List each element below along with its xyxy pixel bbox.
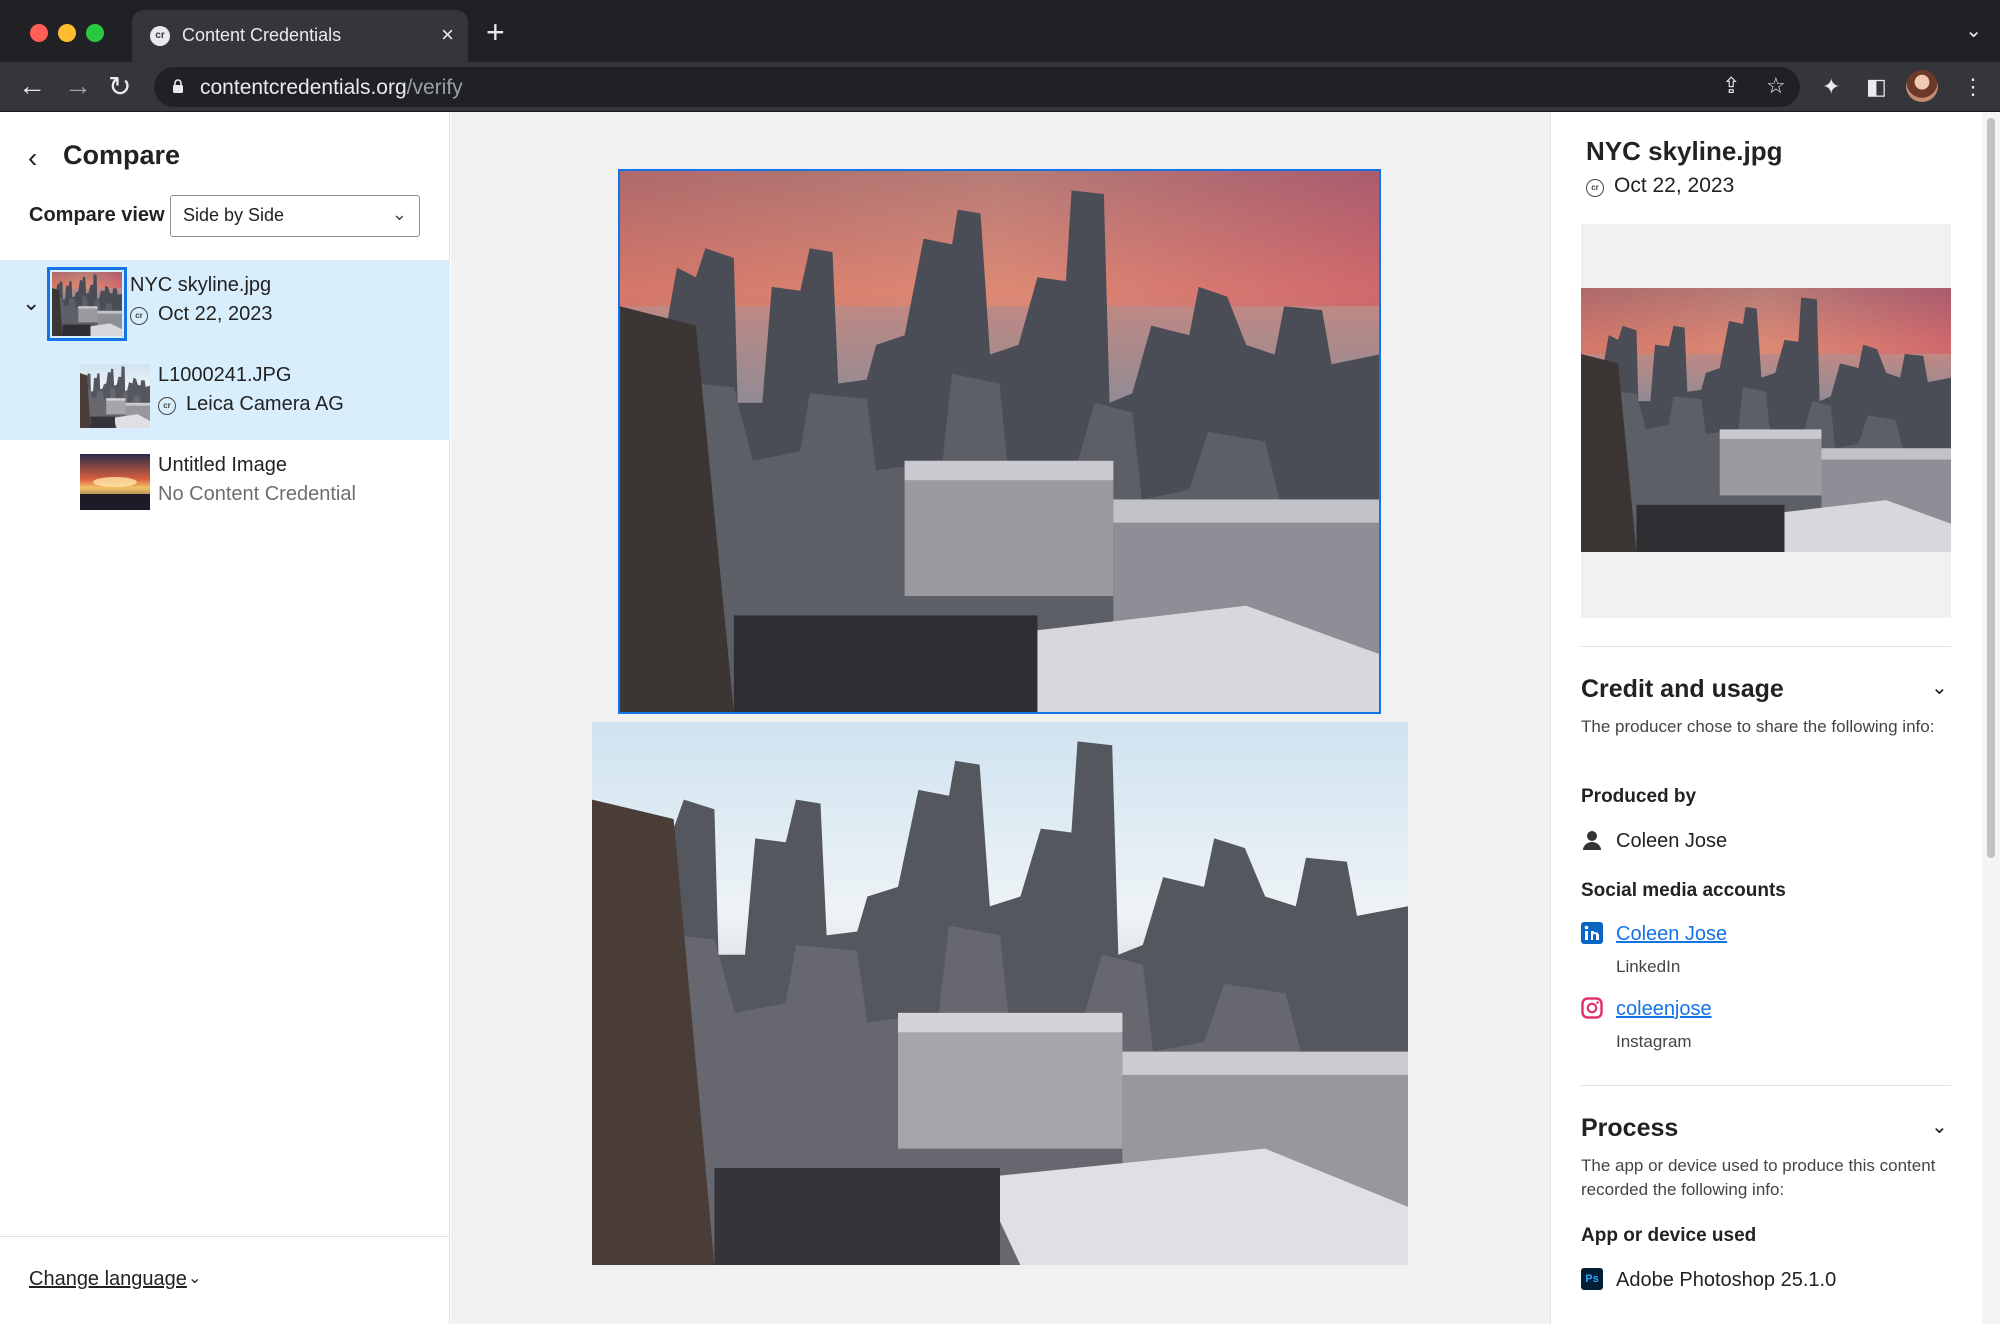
extensions-icon[interactable]: ✦ bbox=[1822, 74, 1840, 100]
preview-thumbnail bbox=[1581, 288, 1951, 552]
thumbnail bbox=[80, 454, 150, 510]
content-credential-icon: cr bbox=[130, 307, 148, 325]
zoom-window-button[interactable] bbox=[86, 24, 104, 42]
item-sub: cr Leica Camera AG bbox=[158, 393, 344, 416]
star-icon[interactable]: ☆ bbox=[1766, 73, 1786, 99]
producer-name: Coleen Jose bbox=[1616, 830, 1728, 852]
compare-canvas bbox=[451, 112, 1550, 1324]
person-icon bbox=[1583, 831, 1601, 850]
compare-title[interactable]: Compare bbox=[63, 140, 180, 171]
browser-toolbar: ← → ↻ contentcredentials.org/verify ⇪ ☆ … bbox=[0, 62, 2000, 112]
share-icon[interactable]: ⇪ bbox=[1722, 73, 1740, 99]
divider bbox=[0, 1236, 450, 1237]
image-preview bbox=[1581, 224, 1951, 618]
thumbnail bbox=[47, 267, 127, 341]
credit-description: The producer chose to share the followin… bbox=[1581, 717, 1935, 736]
divider bbox=[1581, 1085, 1951, 1086]
compare-view-select[interactable]: Side by Side ⌄ bbox=[170, 195, 420, 237]
scrollbar[interactable] bbox=[1982, 112, 2000, 1324]
back-icon[interactable]: ← bbox=[18, 70, 46, 102]
forward-icon[interactable]: → bbox=[64, 70, 92, 102]
list-item[interactable]: Untitled Image No Content Credential bbox=[0, 440, 450, 530]
compare-image-bottom[interactable] bbox=[592, 722, 1408, 1265]
content-credential-icon: cr bbox=[150, 26, 170, 46]
detail-title: NYC skyline.jpg bbox=[1586, 136, 1783, 166]
list-item[interactable]: ⌄ NYC skyline.jpg cr Oct 22, 2023 bbox=[0, 260, 450, 350]
menu-icon[interactable]: ⋮ bbox=[1962, 74, 1984, 100]
linkedin-icon bbox=[1581, 922, 1603, 944]
linkedin-link[interactable]: Coleen Jose bbox=[1616, 923, 1727, 946]
divider bbox=[1581, 646, 1951, 647]
social-media-label: Social media accounts bbox=[1581, 880, 1786, 901]
profile-avatar[interactable] bbox=[1906, 70, 1938, 102]
content-credential-icon: cr bbox=[158, 397, 176, 415]
item-sub: cr Oct 22, 2023 bbox=[130, 303, 273, 326]
photoshop-icon: Ps bbox=[1581, 1268, 1603, 1290]
browser-tab[interactable]: cr Content Credentials × bbox=[132, 10, 468, 62]
item-sub: No Content Credential bbox=[158, 483, 356, 505]
credit-section-title[interactable]: Credit and usage bbox=[1581, 675, 1784, 704]
item-name: NYC skyline.jpg bbox=[130, 274, 272, 296]
scrollbar-thumb[interactable] bbox=[1987, 118, 1995, 858]
chevron-down-icon: ⌄ bbox=[391, 204, 407, 224]
minimize-window-button[interactable] bbox=[58, 24, 76, 42]
browser-tab-bar: cr Content Credentials × + ⌄ bbox=[0, 0, 2000, 62]
app-used-label: App or device used bbox=[1581, 1225, 1757, 1246]
compare-sidebar: ‹ Compare Compare view Side by Side ⌄ ⌄ … bbox=[0, 112, 450, 1324]
chevron-down-icon[interactable]: ⌄ bbox=[188, 1268, 201, 1288]
tab-title: Content Credentials bbox=[182, 25, 342, 45]
produced-by-label: Produced by bbox=[1581, 786, 1697, 807]
app-value: Adobe Photoshop 25.1.0 bbox=[1616, 1269, 1837, 1291]
url-text: contentcredentials.org/verify bbox=[200, 76, 463, 99]
compare-view-value: Side by Side bbox=[183, 205, 285, 225]
sidepanel-icon[interactable]: ◧ bbox=[1866, 74, 1887, 100]
compare-image-top[interactable] bbox=[618, 169, 1381, 714]
process-description: The app or device used to produce this c… bbox=[1581, 1156, 1936, 1199]
page: ‹ Compare Compare view Side by Side ⌄ ⌄ … bbox=[0, 112, 2000, 1324]
lock-icon bbox=[173, 79, 183, 93]
new-tab-icon[interactable]: + bbox=[486, 14, 505, 51]
content-credential-icon: cr bbox=[1586, 179, 1604, 197]
instagram-icon bbox=[1581, 997, 1603, 1019]
details-panel: NYC skyline.jpg cr Oct 22, 2023 Credit an… bbox=[1550, 112, 1982, 1324]
chevron-down-icon[interactable]: ⌄ bbox=[1931, 1114, 1948, 1139]
thumbnail bbox=[80, 364, 150, 428]
reload-icon[interactable]: ↻ bbox=[108, 70, 131, 103]
item-name: Untitled Image bbox=[158, 454, 287, 476]
list-item[interactable]: L1000241.JPG cr Leica Camera AG bbox=[0, 350, 450, 440]
process-section-title[interactable]: Process bbox=[1581, 1114, 1678, 1143]
instagram-link[interactable]: coleenjose bbox=[1616, 998, 1712, 1021]
tab-close-icon[interactable]: × bbox=[441, 22, 454, 48]
item-name: L1000241.JPG bbox=[158, 364, 292, 386]
compare-view-label: Compare view bbox=[29, 204, 165, 226]
linkedin-label: LinkedIn bbox=[1616, 957, 1681, 976]
tab-search-chevron-icon[interactable]: ⌄ bbox=[1965, 18, 1982, 43]
chevron-down-icon[interactable]: ⌄ bbox=[1931, 675, 1948, 700]
close-window-button[interactable] bbox=[30, 24, 48, 42]
chevron-down-icon[interactable]: ⌄ bbox=[22, 290, 40, 316]
chevron-left-icon[interactable]: ‹ bbox=[28, 142, 37, 174]
change-language-link[interactable]: Change language bbox=[29, 1268, 187, 1291]
instagram-label: Instagram bbox=[1616, 1032, 1692, 1051]
detail-date: cr Oct 22, 2023 bbox=[1586, 174, 1734, 198]
address-bar[interactable]: contentcredentials.org/verify ⇪ ☆ bbox=[154, 67, 1800, 107]
